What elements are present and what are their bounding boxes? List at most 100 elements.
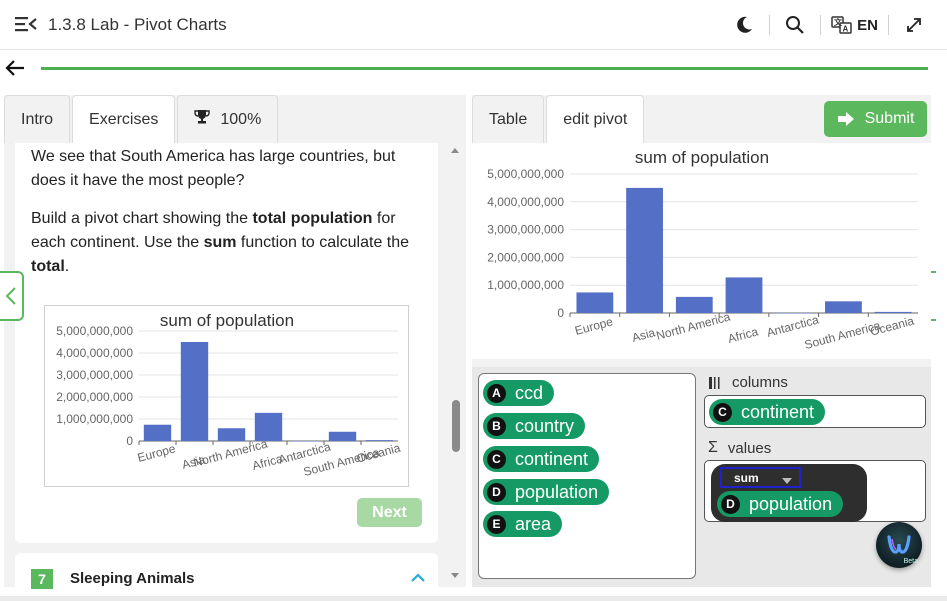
tab-score[interactable]: 100% bbox=[177, 95, 279, 143]
pivot-builder: A ccd B country C continent D population… bbox=[472, 367, 931, 587]
next-exercise-card[interactable]: 7 Sleeping Animals bbox=[15, 553, 438, 593]
columns-drop-zone[interactable]: C continent bbox=[704, 395, 926, 428]
field-pill-country[interactable]: B country bbox=[483, 413, 586, 439]
columns-zone-label: columns bbox=[708, 374, 788, 391]
example-chart-svg: sum of population 0 1,000,000,000 2,000,000… bbox=[56, 311, 402, 479]
values-label: values bbox=[727, 439, 772, 457]
task-paragraph: Build a pivot chart showing the total po… bbox=[31, 207, 426, 279]
tab-label: Table bbox=[489, 110, 528, 128]
language-code: EN bbox=[857, 16, 878, 34]
field-pill-ccd[interactable]: A ccd bbox=[483, 380, 555, 406]
aggregate-value: sum bbox=[734, 470, 759, 485]
progress-fill bbox=[41, 67, 928, 70]
aggregate-select[interactable]: sum bbox=[720, 467, 801, 488]
y-tick-label: 1,000,000,000 bbox=[56, 412, 133, 426]
y-tick-label: 3,000,000,000 bbox=[487, 223, 564, 237]
x-tick-label: Europe bbox=[136, 441, 177, 465]
submit-arrow-icon bbox=[837, 112, 854, 126]
tab-table[interactable]: Table bbox=[472, 95, 545, 143]
submit-button[interactable]: Submit bbox=[824, 101, 927, 137]
values-zone-label: Σ values bbox=[708, 439, 771, 457]
divider bbox=[769, 15, 771, 35]
x-tick-label: North America bbox=[655, 309, 732, 342]
y-tick-label: 5,000,000,000 bbox=[487, 167, 564, 181]
sigma-icon: Σ bbox=[708, 439, 718, 456]
pivot-panel: Table edit pivot Submit sum of populatio… bbox=[472, 95, 931, 587]
submit-label: Submit bbox=[864, 110, 915, 127]
divider bbox=[888, 15, 889, 35]
tab-label: edit pivot bbox=[563, 110, 628, 128]
exercise-title: Sleeping Animals bbox=[70, 570, 195, 587]
back-arrow-icon[interactable] bbox=[4, 58, 26, 78]
collapse-menu-icon[interactable] bbox=[14, 14, 38, 34]
aggregate-box: sum D population bbox=[711, 464, 867, 522]
bold-text: sum bbox=[203, 234, 237, 251]
y-tick-label: 0 bbox=[557, 306, 564, 320]
bar bbox=[626, 187, 663, 313]
text: . bbox=[64, 258, 70, 275]
scrollbar-thumb[interactable] bbox=[452, 400, 460, 452]
search-icon[interactable] bbox=[780, 10, 810, 40]
y-tick-label: 4,000,000,000 bbox=[487, 195, 564, 209]
field-name: population bbox=[515, 481, 599, 502]
next-button[interactable]: Next bbox=[357, 498, 422, 527]
field-letter: B bbox=[487, 416, 506, 436]
tab-intro[interactable]: Intro bbox=[4, 95, 71, 143]
columns-icon bbox=[709, 376, 720, 389]
bar bbox=[328, 431, 357, 441]
field-pill-population[interactable]: D population bbox=[483, 479, 610, 505]
field-letter: D bbox=[721, 494, 740, 514]
scrollbar[interactable] bbox=[448, 145, 462, 585]
chart-title: sum of population bbox=[160, 311, 294, 330]
pivot-chart-svg: sum of population 0 1,000,000,000 2,000,000… bbox=[487, 148, 918, 352]
expand-icon[interactable] bbox=[899, 10, 929, 40]
field-letter: A bbox=[487, 383, 506, 403]
values-drop-zone[interactable]: sum D population bbox=[704, 460, 926, 522]
previous-page-arrow[interactable] bbox=[0, 271, 24, 321]
text: function to calculate the bbox=[236, 234, 410, 251]
columns-label: columns bbox=[732, 374, 788, 391]
bar bbox=[217, 428, 246, 441]
field-name: continent bbox=[741, 401, 815, 422]
field-name: population bbox=[749, 493, 833, 514]
bar bbox=[775, 313, 813, 314]
assistant-button[interactable]: Beta bbox=[876, 522, 922, 568]
y-tick-label: 1,000,000,000 bbox=[487, 278, 564, 292]
dark-mode-moon-icon[interactable] bbox=[729, 10, 759, 40]
language-selector[interactable]: 文 A EN bbox=[831, 15, 878, 35]
bar bbox=[254, 412, 283, 441]
field-pill-continent[interactable]: C continent bbox=[483, 446, 600, 472]
bold-text: total population bbox=[252, 210, 373, 227]
tab-edit-pivot[interactable]: edit pivot bbox=[546, 95, 645, 143]
y-tick-label: 3,000,000,000 bbox=[56, 368, 133, 382]
exercise-card: We see that South America has large coun… bbox=[15, 143, 438, 543]
x-tick-label: Oceania bbox=[869, 314, 916, 339]
values-pill-population[interactable]: D population bbox=[717, 491, 844, 517]
top-bar: 1.3.8 Lab - Pivot Charts 文 A EN bbox=[0, 0, 947, 50]
x-tick-label: Europe bbox=[573, 314, 614, 338]
assistant-logo-icon bbox=[887, 535, 911, 554]
y-tick-label: 4,000,000,000 bbox=[56, 346, 133, 360]
divider bbox=[820, 15, 822, 35]
beta-label: Beta bbox=[903, 558, 918, 565]
bar bbox=[825, 301, 862, 313]
field-list: A ccd B country C continent D population… bbox=[478, 373, 696, 579]
bar bbox=[365, 440, 394, 441]
columns-pill-continent[interactable]: C continent bbox=[709, 399, 826, 425]
bar bbox=[180, 342, 209, 441]
tab-exercises[interactable]: Exercises bbox=[72, 95, 176, 143]
y-tick-label: 2,000,000,000 bbox=[56, 390, 133, 404]
bar bbox=[291, 441, 320, 442]
bold-text: total bbox=[31, 258, 65, 275]
y-tick-label: 5,000,000,000 bbox=[56, 324, 133, 338]
example-chart: sum of population 0 1,000,000,000 2,000,000… bbox=[44, 305, 409, 487]
bar bbox=[143, 424, 172, 441]
y-tick-label: 2,000,000,000 bbox=[487, 250, 564, 264]
bar bbox=[725, 277, 763, 313]
tab-label: Intro bbox=[21, 110, 54, 128]
chevron-up-icon[interactable] bbox=[410, 570, 426, 588]
dropdown-arrow-icon bbox=[781, 474, 793, 488]
field-pill-area[interactable]: E area bbox=[483, 511, 563, 537]
lesson-progress-bar bbox=[41, 67, 928, 70]
page-title: 1.3.8 Lab - Pivot Charts bbox=[48, 15, 227, 34]
